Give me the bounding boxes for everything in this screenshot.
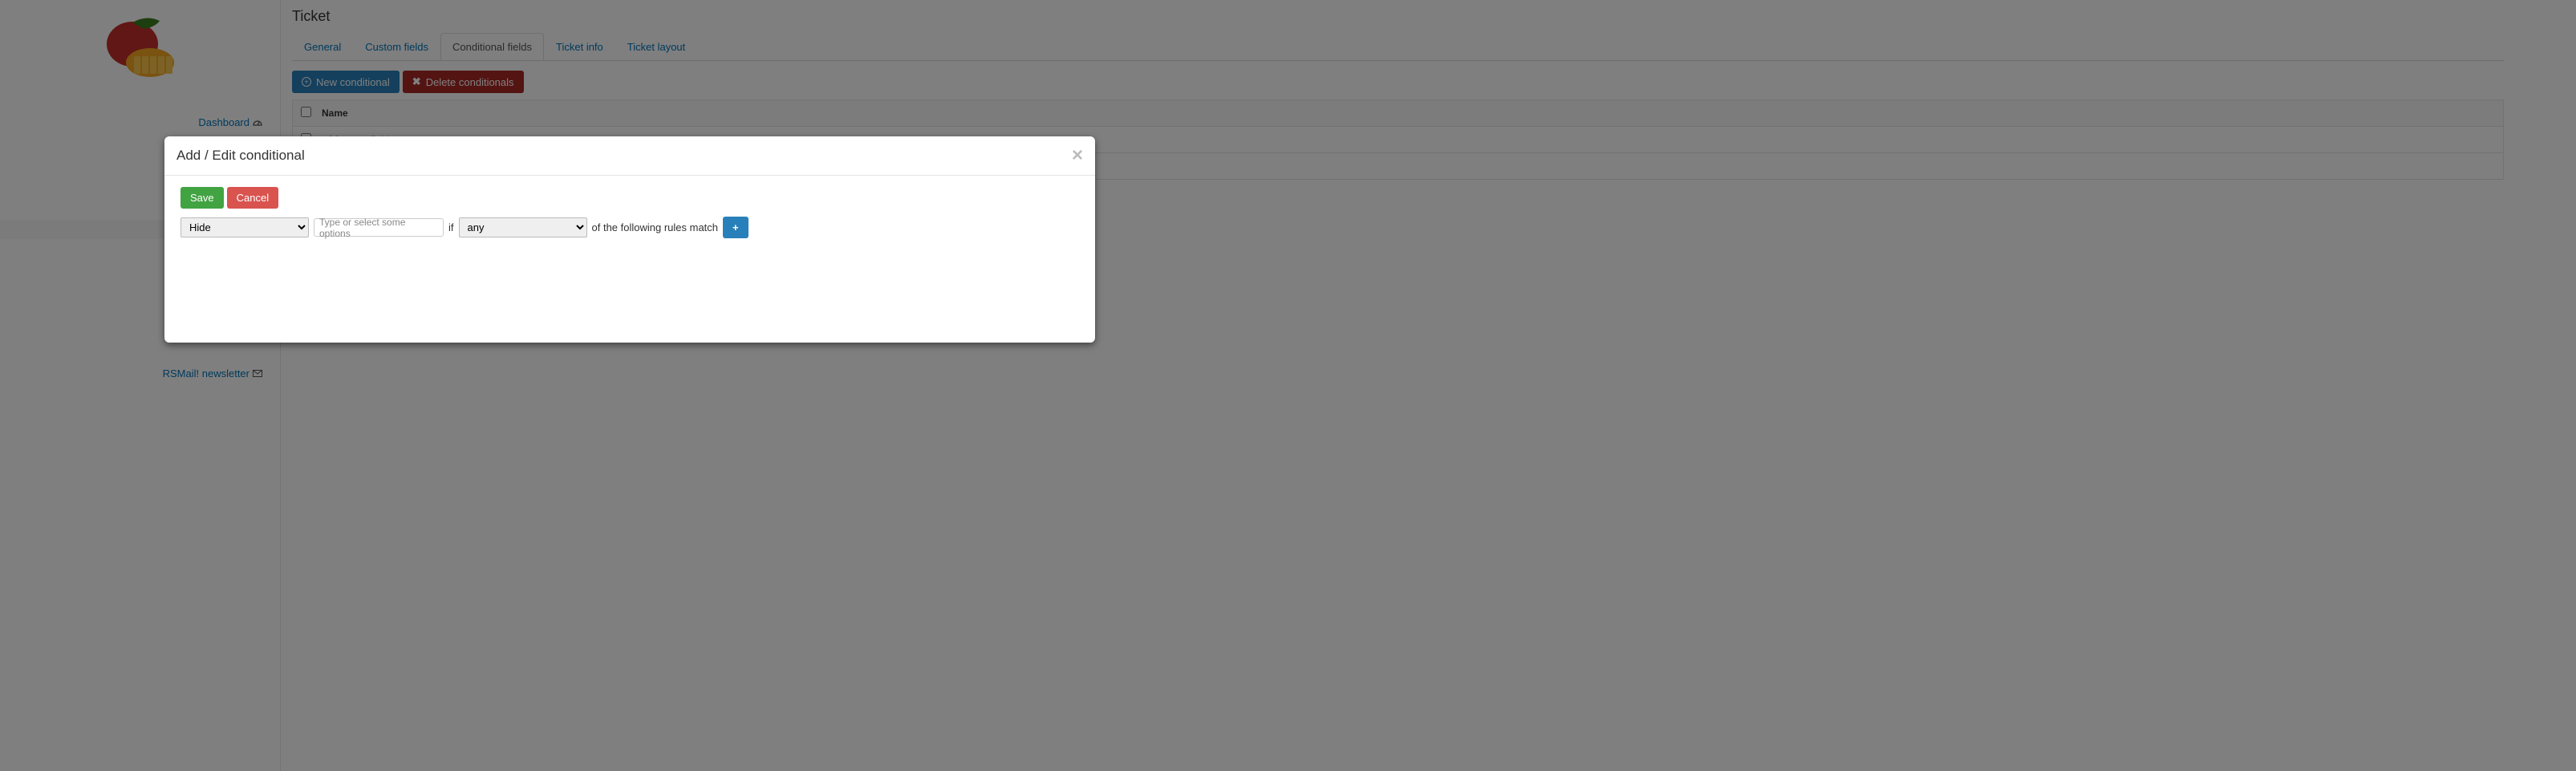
if-label: if <box>448 221 454 233</box>
modal-add-edit-conditional: Add / Edit conditional × Save Cancel Hid… <box>164 136 1095 343</box>
match-select[interactable]: any <box>459 217 587 237</box>
close-icon[interactable]: × <box>1072 146 1083 165</box>
modal-title: Add / Edit conditional <box>176 148 305 164</box>
options-input[interactable]: Type or select some options <box>314 218 444 237</box>
action-select[interactable]: Hide <box>181 217 309 237</box>
add-rule-button[interactable]: + <box>723 217 748 238</box>
suffix-label: of the following rules match <box>592 221 719 233</box>
modal-header: Add / Edit conditional × <box>164 136 1095 176</box>
modal-toolbar: Save Cancel <box>181 187 1079 209</box>
options-placeholder: Type or select some options <box>319 217 438 239</box>
modal-body: Save Cancel Hide Type or select some opt… <box>164 176 1095 343</box>
save-button[interactable]: Save <box>181 187 224 209</box>
modal-backdrop[interactable] <box>0 0 2576 771</box>
rule-row: Hide Type or select some options if any … <box>181 217 1079 238</box>
cancel-button[interactable]: Cancel <box>227 187 278 209</box>
